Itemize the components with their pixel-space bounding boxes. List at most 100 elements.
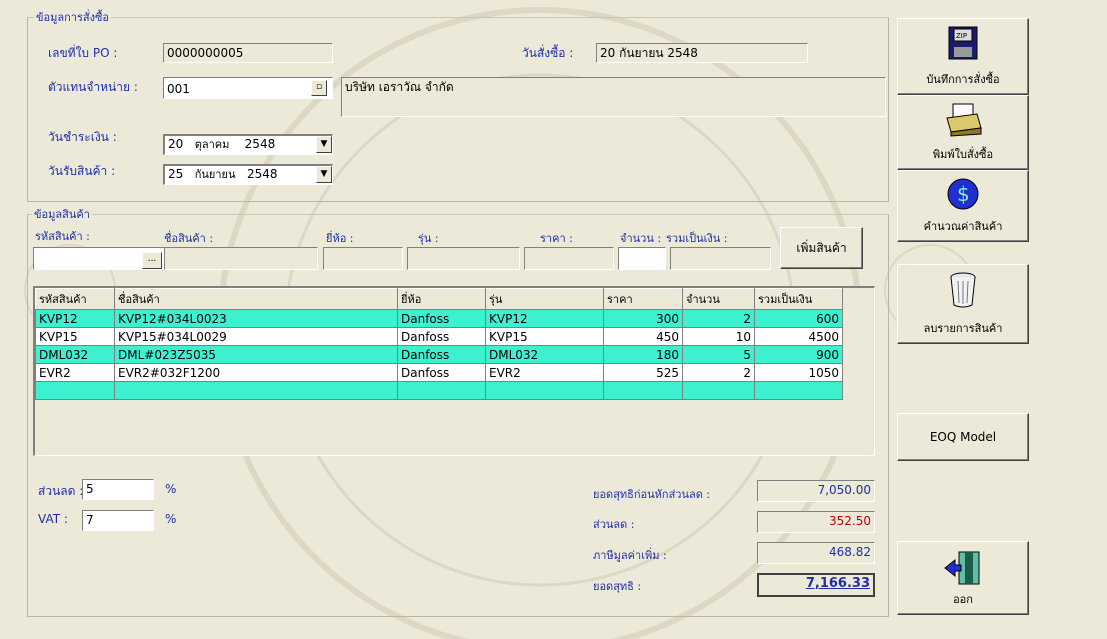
product-code-label: รหัสสินค้า : xyxy=(35,230,90,243)
order-date-field[interactable]: 20 กันยายน 2548 xyxy=(596,43,808,63)
product-info-legend: ข้อมูลสินค้า xyxy=(34,208,90,221)
cell-model[interactable]: KVP15 xyxy=(485,327,604,346)
cell-name[interactable]: EVR2#032F1200 xyxy=(114,363,398,382)
dealer-browse-button[interactable]: ▫ xyxy=(311,80,327,96)
product-name-field[interactable] xyxy=(164,247,318,270)
cell-code[interactable]: EVR2 xyxy=(35,363,115,382)
cell-price[interactable]: 450 xyxy=(603,327,683,346)
cell-brand[interactable]: Danfoss xyxy=(397,363,486,382)
cell-total[interactable] xyxy=(754,381,843,400)
cell-code[interactable]: KVP15 xyxy=(35,327,115,346)
pay-date-picker[interactable]: 20 ตุลาคม 2548 ▼ xyxy=(163,134,333,155)
cell-price[interactable] xyxy=(603,381,683,400)
subtotal-label: ยอดสุทธิก่อนหักส่วนลด : xyxy=(593,488,711,501)
cell-model[interactable] xyxy=(485,381,604,400)
total-label: รวมเป็นเงิน : xyxy=(666,232,728,245)
table-row-empty[interactable] xyxy=(35,381,843,400)
delete-item-label: ลบรายการสินค้า xyxy=(923,322,1003,335)
dealer-code-input[interactable]: 001 xyxy=(163,77,333,99)
cell-code[interactable]: KVP12 xyxy=(35,309,115,328)
col-header-brand[interactable]: ยี่ห้อ xyxy=(397,288,486,310)
discount-amount-label: ส่วนลด : xyxy=(593,518,635,531)
browse-icon: ▫ xyxy=(315,82,323,92)
save-order-button[interactable]: ZIP บันทึกการสั่งซื้อ xyxy=(897,18,1029,95)
cell-total[interactable]: 600 xyxy=(754,309,843,328)
eoq-model-label: EOQ Model xyxy=(929,430,997,444)
svg-text:$: $ xyxy=(957,182,970,206)
cell-brand[interactable] xyxy=(397,381,486,400)
product-grid[interactable]: รหัสสินค้า ชื่อสินค้า ยี่ห้อ รุ่น ราคา จ… xyxy=(33,286,875,456)
po-number-field[interactable]: 0000000005 xyxy=(163,43,333,63)
exit-button[interactable]: ออก xyxy=(897,541,1029,615)
cell-model[interactable]: DML032 xyxy=(485,345,604,364)
delete-item-button[interactable]: ลบรายการสินค้า xyxy=(897,264,1029,344)
cell-total[interactable]: 900 xyxy=(754,345,843,364)
discount-input[interactable]: 5 xyxy=(82,479,154,500)
dealer-name-field[interactable]: บริษัท เอราวัณ จำกัด xyxy=(341,77,886,117)
subtotal-field: 7,050.00 xyxy=(757,480,875,502)
discount-percent: % xyxy=(165,482,177,496)
cell-qty[interactable]: 5 xyxy=(682,345,755,364)
col-header-price[interactable]: ราคา xyxy=(603,288,683,310)
table-row[interactable]: EVR2 EVR2#032F1200 Danfoss EVR2 525 2 10… xyxy=(35,363,843,382)
col-header-qty[interactable]: จำนวน xyxy=(682,288,755,310)
order-date-label: วันสั่งซื้อ : xyxy=(522,46,574,60)
cell-name[interactable]: DML#023Z5035 xyxy=(114,345,398,364)
line-total-field[interactable] xyxy=(670,247,771,270)
cell-qty[interactable] xyxy=(682,381,755,400)
cell-price[interactable]: 300 xyxy=(603,309,683,328)
cell-total[interactable]: 1050 xyxy=(754,363,843,382)
brand-field[interactable] xyxy=(323,247,403,270)
cell-total[interactable]: 4500 xyxy=(754,327,843,346)
cell-code[interactable] xyxy=(35,381,115,400)
table-row[interactable]: KVP12 KVP12#034L0023 Danfoss KVP12 300 2… xyxy=(35,309,843,328)
save-order-label: บันทึกการสั่งซื้อ xyxy=(926,73,1000,86)
calculate-button[interactable]: $ คำนวณค่าสินค้า xyxy=(897,170,1029,242)
vat-input[interactable]: 7 xyxy=(82,510,154,531)
col-header-code[interactable]: รหัสสินค้า xyxy=(35,288,115,310)
cell-name[interactable]: KVP15#034L0029 xyxy=(114,327,398,346)
printer-icon xyxy=(946,103,982,137)
vat-label: VAT : xyxy=(38,512,68,526)
add-product-button[interactable]: เพิ่มสินค้า xyxy=(780,227,863,269)
cell-qty[interactable]: 2 xyxy=(682,363,755,382)
product-browse-button[interactable]: ... xyxy=(142,252,162,269)
pay-date-day: 20 xyxy=(168,137,184,151)
cell-name[interactable] xyxy=(114,381,398,400)
chevron-down-icon[interactable]: ▼ xyxy=(316,166,332,183)
po-number-label: เลขที่ใบ PO : xyxy=(48,46,118,60)
col-header-name[interactable]: ชื่อสินค้า xyxy=(114,288,398,310)
price-label: ราคา : xyxy=(540,232,573,245)
pay-date-year: 2548 xyxy=(244,137,276,151)
col-header-model[interactable]: รุ่น xyxy=(485,288,604,310)
cell-brand[interactable]: Danfoss xyxy=(397,345,486,364)
table-row[interactable]: DML032 DML#023Z5035 Danfoss DML032 180 5… xyxy=(35,345,843,364)
print-order-button[interactable]: พิมพ์ใบสั่งซื้อ xyxy=(897,95,1029,170)
discount-label: ส่วนลด : xyxy=(38,484,84,498)
cell-brand[interactable]: Danfoss xyxy=(397,327,486,346)
cell-brand[interactable]: Danfoss xyxy=(397,309,486,328)
net-total-field: 7,166.33 xyxy=(757,573,875,597)
add-product-label: เพิ่มสินค้า xyxy=(796,241,847,255)
cell-model[interactable]: EVR2 xyxy=(485,363,604,382)
cell-price[interactable]: 525 xyxy=(603,363,683,382)
receive-date-year: 2548 xyxy=(246,167,278,181)
chevron-down-icon[interactable]: ▼ xyxy=(316,136,332,153)
model-field[interactable] xyxy=(407,247,520,270)
po-info-legend: ข้อมูลการสั่งซื้อ xyxy=(36,11,110,24)
col-header-total[interactable]: รวมเป็นเงิน xyxy=(754,288,843,310)
eoq-model-button[interactable]: EOQ Model xyxy=(897,413,1029,461)
floppy-zip-icon: ZIP xyxy=(948,26,978,60)
product-table: รหัสสินค้า ชื่อสินค้า ยี่ห้อ รุ่น ราคา จ… xyxy=(35,288,843,400)
cell-code[interactable]: DML032 xyxy=(35,345,115,364)
qty-input[interactable] xyxy=(618,247,666,270)
cell-qty[interactable]: 10 xyxy=(682,327,755,346)
table-row[interactable]: KVP15 KVP15#034L0029 Danfoss KVP15 450 1… xyxy=(35,327,843,346)
cell-qty[interactable]: 2 xyxy=(682,309,755,328)
cell-name[interactable]: KVP12#034L0023 xyxy=(114,309,398,328)
vat-amount-label: ภาษีมูลค่าเพิ่ม : xyxy=(593,549,667,562)
cell-price[interactable]: 180 xyxy=(603,345,683,364)
cell-model[interactable]: KVP12 xyxy=(485,309,604,328)
price-field[interactable] xyxy=(524,247,614,270)
receive-date-picker[interactable]: 25 กันยายน 2548 ▼ xyxy=(163,164,333,185)
